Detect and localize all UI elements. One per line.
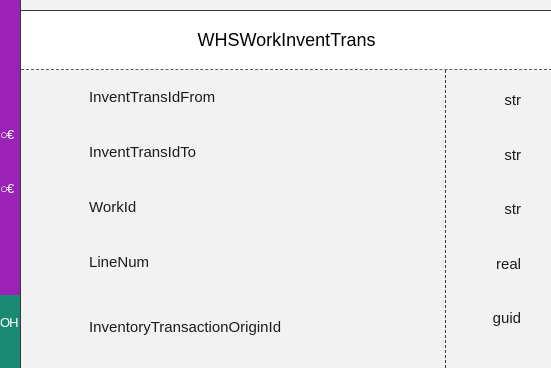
relation-connector-3: OH [0, 316, 19, 330]
field-name: LineNum [89, 254, 150, 271]
field-name: InventTransIdTo [89, 144, 196, 161]
column-divider [445, 70, 446, 368]
entity-box[interactable]: WHSWorkInventTrans InventTransIdFrom str… [20, 0, 551, 368]
entity-title: WHSWorkInventTrans [197, 30, 376, 50]
field-type: guid [492, 310, 521, 327]
relation-connector-1: ○€ [0, 128, 14, 142]
field-name: InventTransIdFrom [89, 89, 216, 106]
adjacent-entity-teal [0, 295, 22, 368]
relation-connector-2: ○€ [0, 182, 14, 196]
field-type: str [504, 147, 521, 164]
field-type: str [504, 92, 521, 109]
field-type: str [504, 201, 521, 218]
field-name: WorkId [89, 199, 137, 216]
field-type: real [495, 256, 521, 273]
field-name: InventoryTransactionOriginId [89, 319, 282, 336]
entity-header: WHSWorkInventTrans [21, 10, 551, 70]
